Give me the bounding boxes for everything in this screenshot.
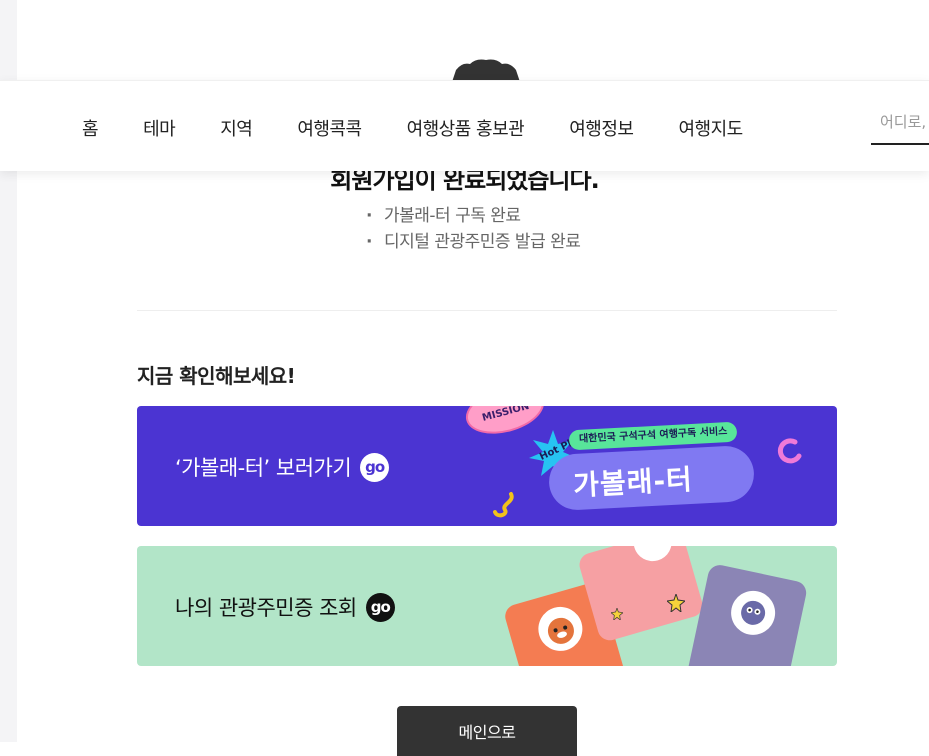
nav-item-travel-info[interactable]: 여행정보 bbox=[569, 115, 634, 141]
nav-item-region[interactable]: 지역 bbox=[220, 115, 253, 141]
squiggle-decoration-icon bbox=[493, 492, 514, 518]
completion-list: 가볼래-터 구독 완료 디지털 관광주민증 발급 완료 bbox=[366, 203, 581, 255]
header-badge-icon bbox=[452, 59, 520, 82]
search-input[interactable] bbox=[871, 107, 929, 137]
divider bbox=[137, 310, 837, 311]
completion-item-resident-card: 디지털 관광주민증 발급 완료 bbox=[366, 229, 581, 255]
go-icon: go bbox=[365, 592, 395, 622]
garbolaeter-logo-text: 가볼래-터 bbox=[572, 462, 694, 503]
small-star-decoration-icon bbox=[611, 608, 623, 620]
completion-item-subscription: 가볼래-터 구독 완료 bbox=[366, 203, 580, 229]
nav-item-theme[interactable]: 테마 bbox=[143, 115, 176, 141]
top-navigation: 홈 테마 지역 여행콕콕 여행상품 홍보관 여행정보 여행지도 bbox=[0, 80, 929, 171]
mission-sticker-text: MISSION bbox=[481, 406, 531, 424]
owl-face-icon bbox=[727, 586, 780, 639]
garbolaeter-logo: 가볼래-터 bbox=[547, 444, 756, 512]
nav-item-product-promo[interactable]: 여행상품 홍보관 bbox=[407, 115, 525, 141]
character-face-icon bbox=[629, 546, 677, 566]
nav-item-travel-map[interactable]: 여행지도 bbox=[678, 115, 743, 141]
nav-item-travel-kokkok[interactable]: 여행콕콕 bbox=[297, 115, 362, 141]
resident-card-banner-text: 나의 관광주민증 조회 go bbox=[175, 592, 395, 622]
garbolaeter-banner[interactable]: ‘가볼래-터’ 보러가기 go MISSION Hot Place 대한민국 구… bbox=[137, 406, 837, 526]
arc-decoration-icon bbox=[777, 438, 802, 464]
resident-card-banner[interactable]: 나의 관광주민증 조회 go bbox=[137, 546, 837, 666]
section-heading: 지금 확인해보세요! bbox=[137, 364, 296, 388]
resident-card-violet-illustration bbox=[685, 562, 809, 666]
go-icon: go bbox=[360, 452, 390, 482]
nav-menu: 홈 테마 지역 여행콕콕 여행상품 홍보관 여행정보 여행지도 bbox=[82, 115, 788, 141]
tiger-face-icon bbox=[533, 601, 588, 657]
search-box bbox=[871, 107, 929, 145]
star-decoration-icon bbox=[667, 594, 685, 612]
garbolaeter-banner-text: ‘가볼래-터’ 보러가기 go bbox=[175, 452, 390, 482]
nav-item-home[interactable]: 홈 bbox=[82, 115, 99, 141]
go-main-button[interactable]: 메인으로 bbox=[397, 706, 577, 756]
garbolaeter-banner-label: ‘가볼래-터’ 보러가기 bbox=[175, 456, 352, 480]
resident-card-banner-label: 나의 관광주민증 조회 bbox=[175, 596, 357, 620]
